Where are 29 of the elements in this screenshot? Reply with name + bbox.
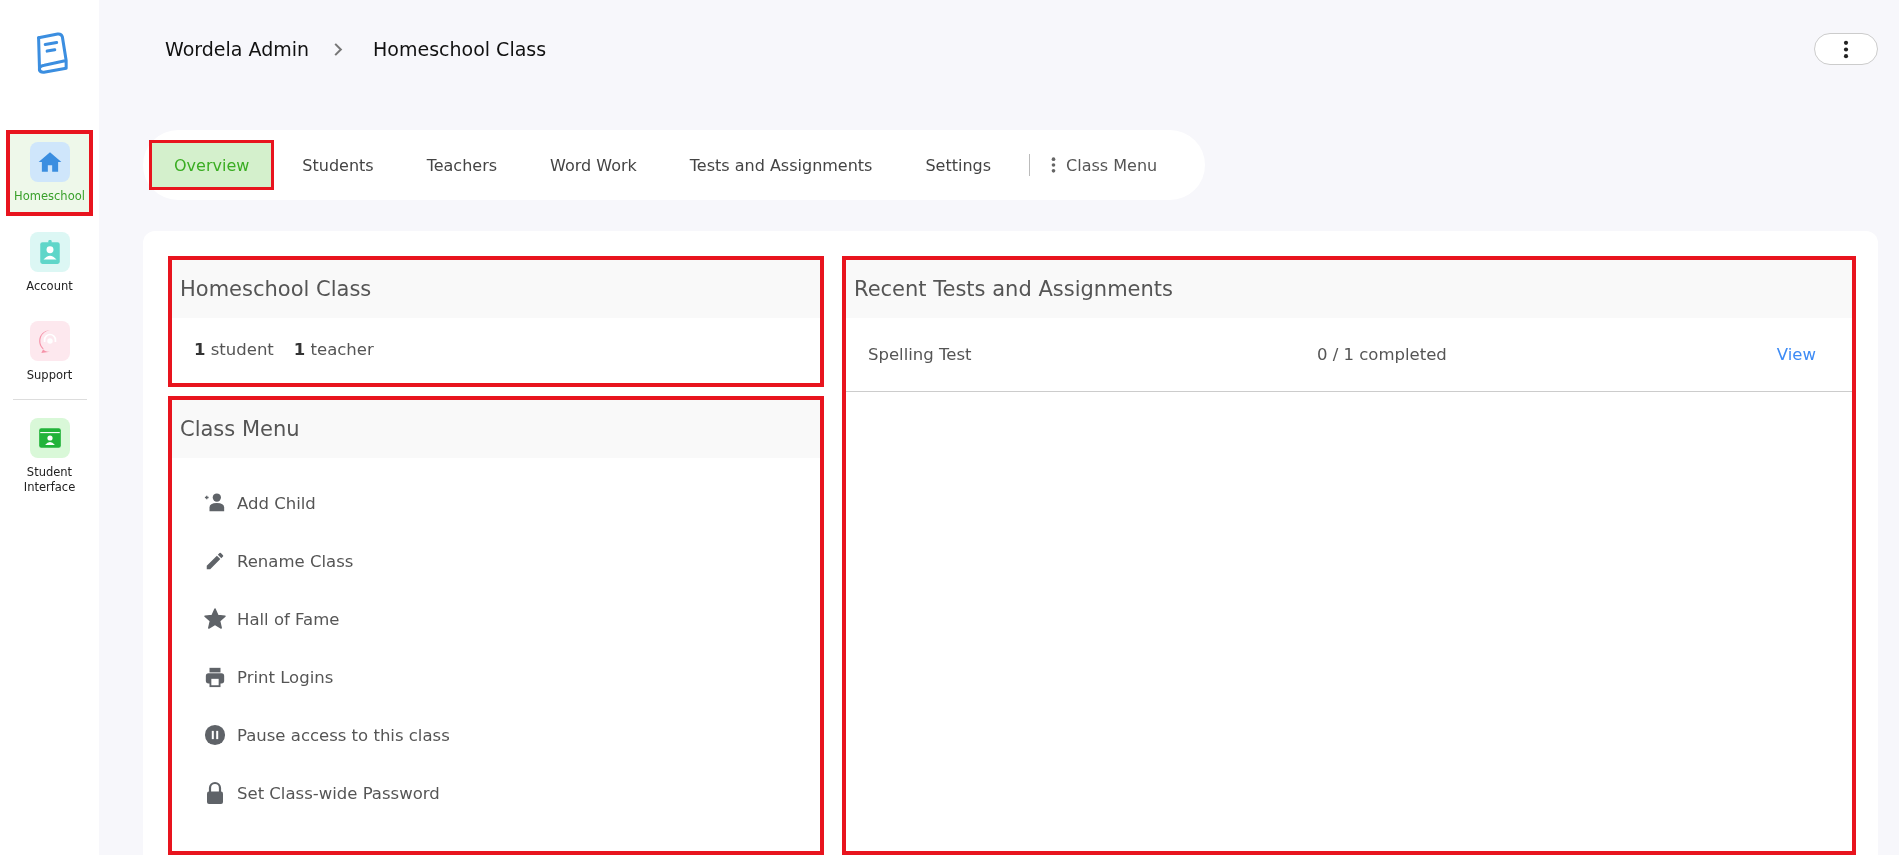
tab[interactable]: Word Work xyxy=(525,140,662,190)
panel-title: Recent Tests and Assignments xyxy=(854,277,1173,301)
tab[interactable]: Students xyxy=(277,140,399,190)
menu-link[interactable]: Hall of Fame xyxy=(237,609,340,629)
count-text: 1 student xyxy=(194,340,274,359)
breadcrumb-link[interactable]: Wordela Admin xyxy=(165,38,310,60)
menu-link[interactable]: Set Class-wide Password xyxy=(237,783,440,803)
menu-link[interactable]: Rename Class xyxy=(237,551,354,571)
tab[interactable]: Settings xyxy=(900,140,1017,190)
star-icon xyxy=(202,607,228,631)
sidebar-item[interactable]: Account xyxy=(6,219,93,306)
menu-link[interactable]: Add Child xyxy=(237,493,316,513)
chevron-right-icon xyxy=(333,41,344,57)
sidebar-item[interactable]: Support xyxy=(6,309,93,395)
panel-title: Class Menu xyxy=(180,417,300,441)
class-menu-tab[interactable]: Class Menu xyxy=(1034,140,1175,190)
menu-link[interactable]: Print Logins xyxy=(237,667,334,687)
completion-text: 0 / 1 completed xyxy=(1317,345,1448,364)
assignment-name: Spelling Test xyxy=(868,345,973,364)
vertical-dots-icon xyxy=(1843,39,1849,59)
pause-icon xyxy=(202,724,228,746)
vertical-dots-icon xyxy=(1051,156,1057,174)
menu-link[interactable]: Pause access to this class xyxy=(237,725,450,745)
more-options-button[interactable] xyxy=(1814,33,1878,65)
sidebar-item[interactable]: Student Interface xyxy=(6,405,93,507)
tab[interactable]: Teachers xyxy=(401,140,523,190)
tab[interactable]: Tests and Assignments xyxy=(664,140,898,190)
panel-title: Homeschool Class xyxy=(180,277,372,301)
count-text: 1 teacher xyxy=(293,340,374,359)
